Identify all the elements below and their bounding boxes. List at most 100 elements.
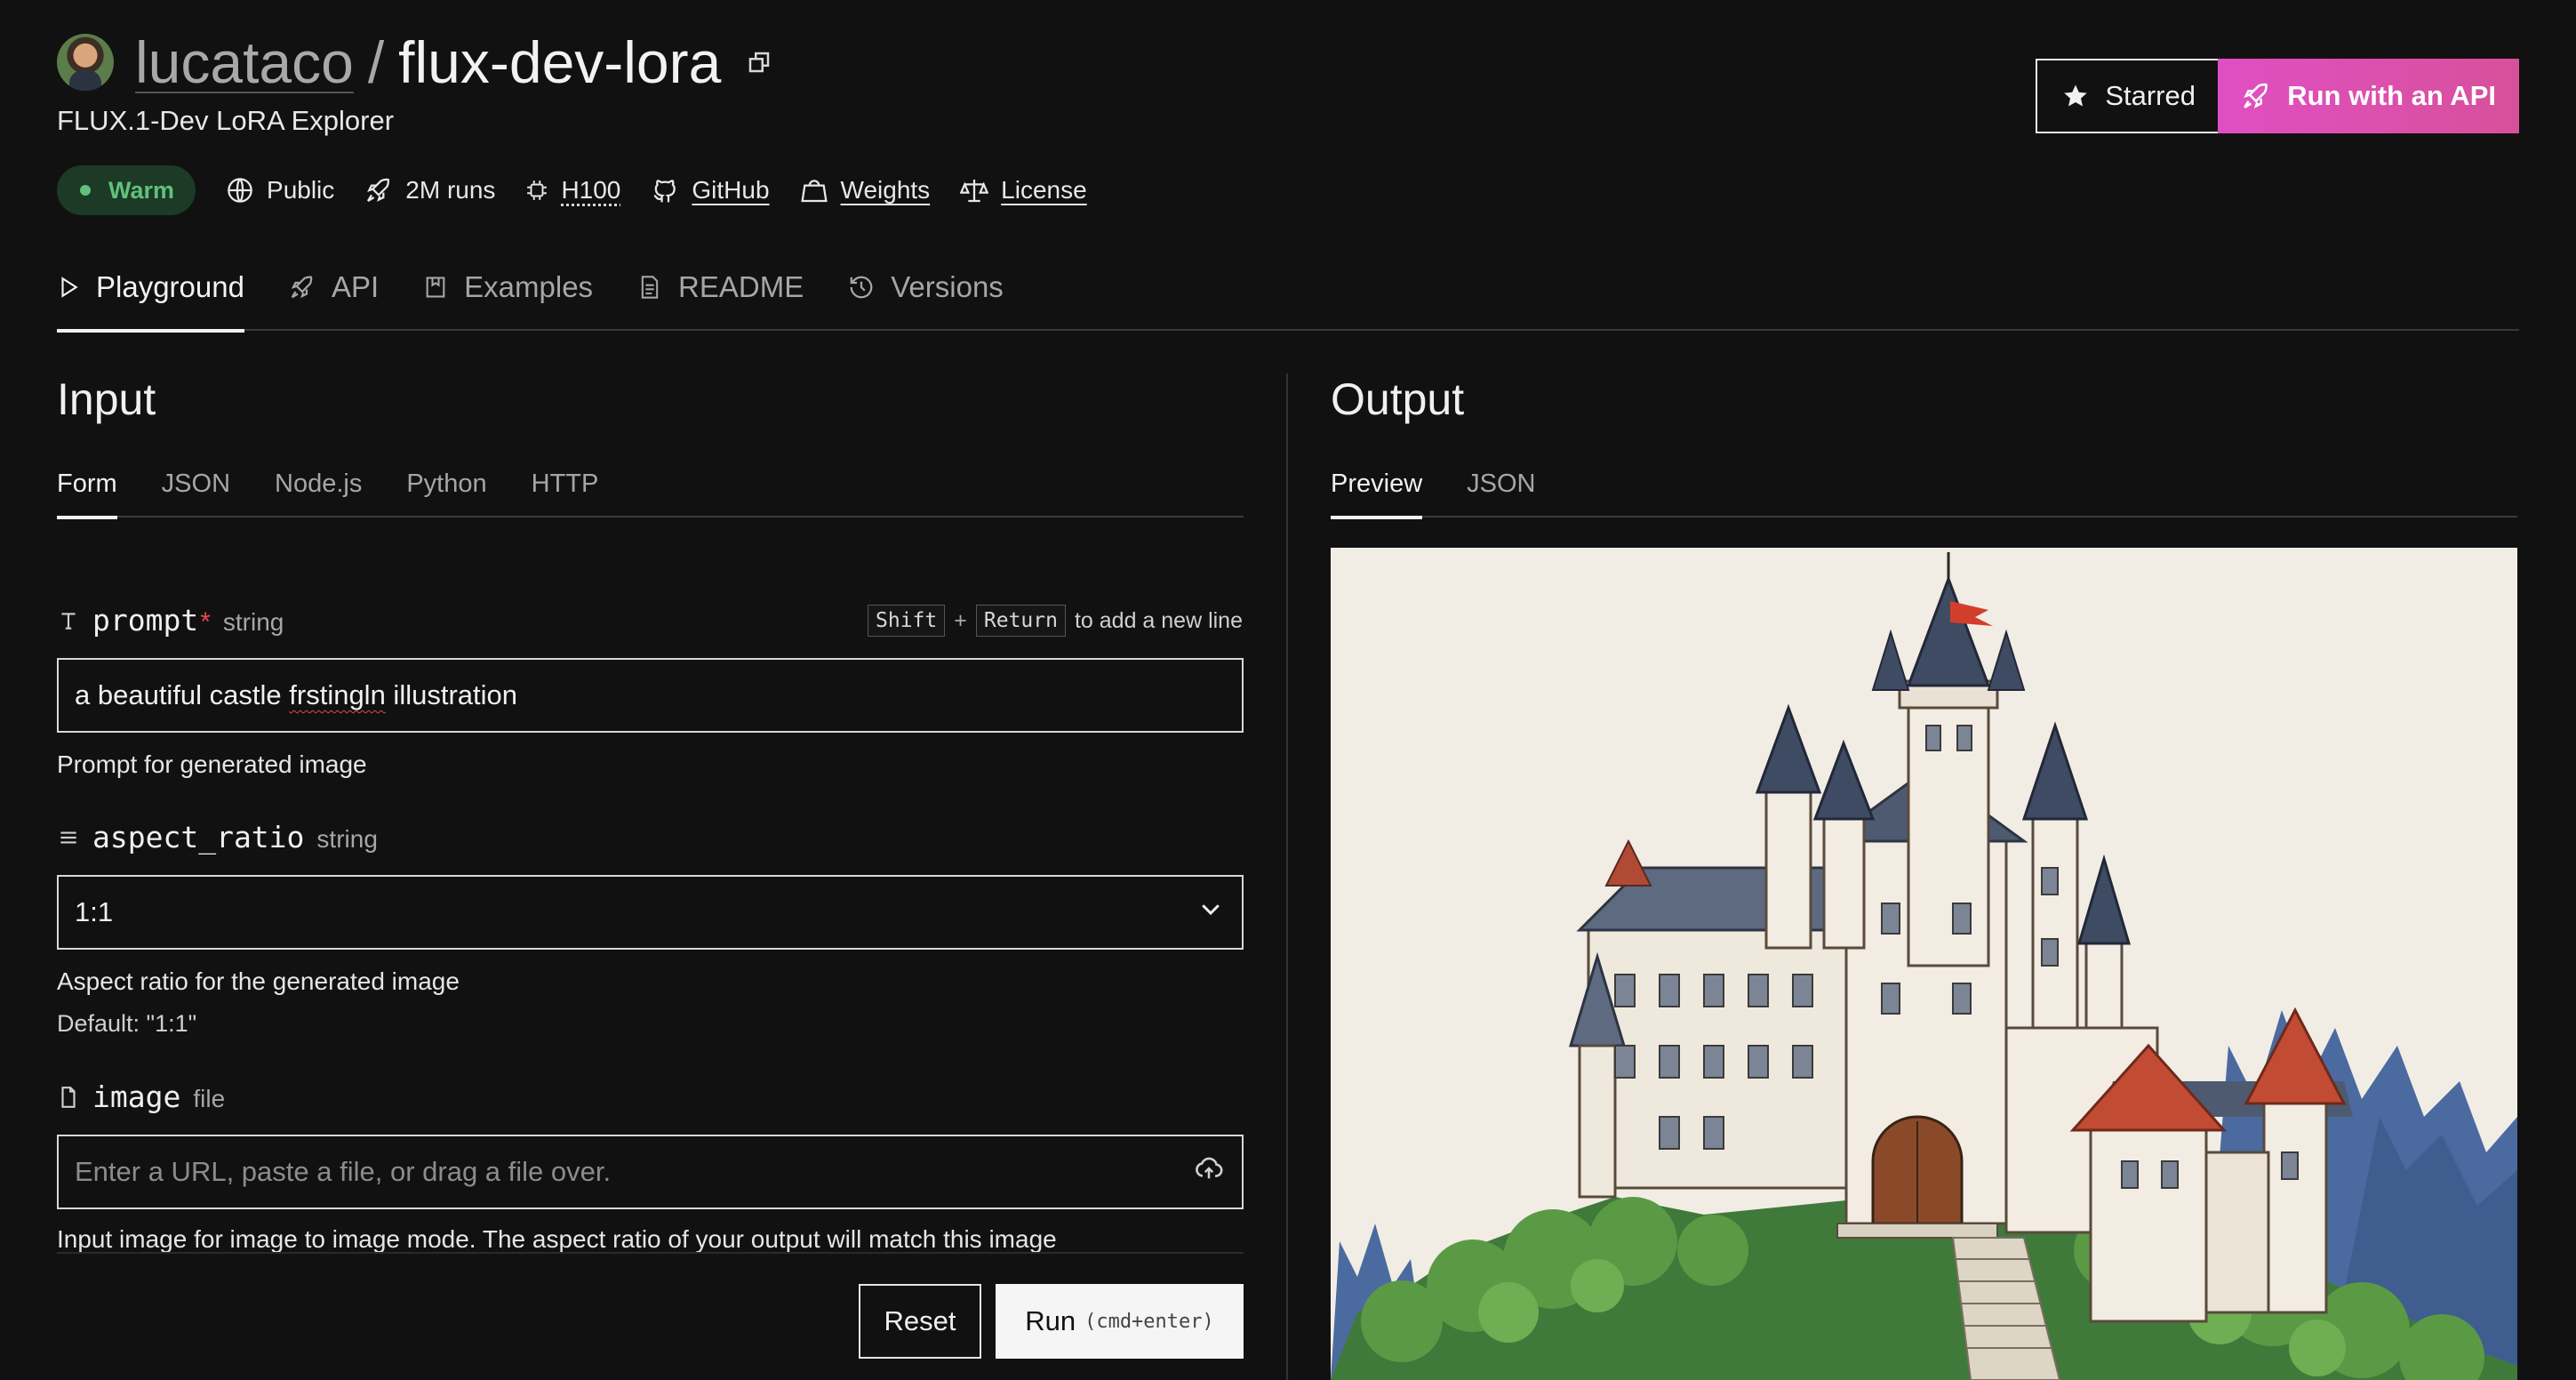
input-subtabs: Form JSON Node.js Python HTTP bbox=[57, 462, 1244, 519]
prompt-label: prompt * string bbox=[57, 603, 284, 638]
history-icon bbox=[850, 276, 873, 299]
subtab-preview[interactable]: Preview bbox=[1331, 462, 1423, 519]
runs-info: 2M runs bbox=[364, 176, 495, 205]
status-dot bbox=[80, 185, 91, 196]
avatar[interactable] bbox=[57, 34, 114, 91]
hardware-info[interactable]: H100 bbox=[525, 176, 620, 205]
image-label: image file bbox=[57, 1079, 225, 1114]
tab-playground-label: Playground bbox=[96, 270, 244, 303]
license-link[interactable]: License bbox=[960, 176, 1087, 205]
starred-label: Starred bbox=[2105, 80, 2196, 111]
run-button[interactable]: Run (cmd+enter) bbox=[996, 1284, 1244, 1359]
output-subtabs: Preview JSON bbox=[1331, 462, 2517, 519]
rocket-icon bbox=[2244, 83, 2268, 108]
subtab-http[interactable]: HTTP bbox=[532, 462, 599, 518]
prompt-value-end: illustration bbox=[385, 679, 517, 710]
status-label: Warm bbox=[108, 176, 175, 204]
aspect-ratio-field-type: string bbox=[316, 825, 378, 853]
aspect-ratio-select[interactable]: 1:1 bbox=[57, 875, 1244, 950]
prompt-field-name: prompt bbox=[92, 603, 199, 638]
model-name: flux-dev-lora bbox=[398, 29, 722, 95]
prompt-value-flagged-word: frstingln bbox=[289, 679, 386, 710]
list-icon bbox=[60, 831, 76, 843]
input-title: Input bbox=[57, 374, 156, 424]
title-separator: / bbox=[367, 29, 385, 95]
starred-button[interactable]: Starred bbox=[2036, 59, 2222, 133]
shift-key: Shift bbox=[868, 605, 946, 637]
prompt-value-start: a beautiful castle bbox=[75, 679, 290, 710]
page: lucataco / flux-dev-lora FLUX.1-Dev LoRA… bbox=[0, 0, 2576, 1380]
github-icon bbox=[653, 180, 676, 203]
rocket-icon bbox=[291, 276, 313, 299]
owner-link[interactable]: lucataco bbox=[135, 28, 354, 96]
tab-api[interactable]: API bbox=[289, 258, 379, 331]
document-icon bbox=[641, 276, 659, 299]
run-shortcut: (cmd+enter) bbox=[1084, 1310, 1214, 1333]
prompt-field-type: string bbox=[222, 608, 284, 636]
image-field-type: file bbox=[193, 1085, 226, 1112]
image-field-name: image bbox=[92, 1079, 181, 1114]
prompt-help: Prompt for generated image bbox=[57, 750, 367, 778]
weights-label[interactable]: Weights bbox=[841, 176, 931, 205]
visibility-label: Public bbox=[267, 176, 335, 204]
run-label: Run bbox=[1025, 1305, 1076, 1336]
api-label: Run with an API bbox=[2287, 80, 2496, 111]
text-type-icon bbox=[61, 612, 76, 630]
cloud-upload-icon[interactable] bbox=[1194, 1153, 1224, 1191]
image-input[interactable]: Enter a URL, paste a file, or drag a fil… bbox=[57, 1135, 1244, 1209]
aspect-ratio-value: 1:1 bbox=[75, 896, 114, 927]
image-placeholder: Enter a URL, paste a file, or drag a fil… bbox=[75, 1156, 612, 1187]
tab-api-label: API bbox=[331, 270, 380, 303]
play-icon bbox=[61, 277, 78, 298]
globe-icon bbox=[228, 178, 252, 203]
tab-examples-label: Examples bbox=[464, 270, 594, 303]
chevron-down-icon[interactable] bbox=[1197, 895, 1224, 929]
image-help: Input image for image to image mode. The… bbox=[57, 1225, 1057, 1253]
aspect-ratio-help: Aspect ratio for the generated image bbox=[57, 967, 460, 995]
github-link[interactable]: GitHub bbox=[651, 176, 770, 205]
aspect-ratio-label: aspect_ratio string bbox=[57, 820, 378, 854]
subtab-form[interactable]: Form bbox=[57, 462, 117, 519]
chip-icon bbox=[527, 181, 548, 200]
tab-versions[interactable]: Versions bbox=[848, 258, 1004, 331]
subtab-python[interactable]: Python bbox=[406, 462, 486, 518]
file-icon bbox=[61, 1086, 76, 1108]
output-image[interactable] bbox=[1331, 548, 2517, 1380]
aspect-ratio-field-name: aspect_ratio bbox=[92, 820, 305, 854]
bookmark-icon bbox=[426, 277, 445, 298]
run-with-api-button[interactable]: Run with an API bbox=[2218, 59, 2519, 133]
hint-text: to add a new line bbox=[1074, 607, 1243, 633]
rocket-icon bbox=[367, 178, 390, 202]
tab-versions-label: Versions bbox=[891, 270, 1004, 303]
copy-icon[interactable] bbox=[746, 49, 772, 76]
status-badge: Warm bbox=[57, 165, 196, 215]
tab-readme[interactable]: README bbox=[637, 258, 804, 331]
tab-examples[interactable]: Examples bbox=[423, 258, 593, 331]
subtab-json[interactable]: JSON bbox=[162, 462, 230, 518]
visibility-info: Public bbox=[226, 176, 334, 205]
newline-hint: Shift + Return to add a new line bbox=[868, 605, 1243, 637]
return-key: Return bbox=[975, 605, 1066, 637]
aspect-ratio-default: Default: "1:1" bbox=[57, 1010, 197, 1037]
tab-readme-label: README bbox=[678, 270, 804, 303]
panel-divider bbox=[1286, 373, 1288, 1380]
castle-illustration bbox=[1331, 552, 2517, 1380]
hardware-label[interactable]: H100 bbox=[561, 176, 620, 205]
runs-label: 2M runs bbox=[405, 176, 496, 204]
tab-playground[interactable]: Playground bbox=[57, 258, 244, 333]
model-tabs: Playground API Examples README Versions bbox=[57, 258, 2519, 333]
meta-row: Warm Public 2M runs H100 GitHub Weights bbox=[57, 165, 2519, 215]
weights-link[interactable]: Weights bbox=[800, 176, 931, 205]
reset-button[interactable]: Reset bbox=[859, 1284, 981, 1359]
scale-icon bbox=[960, 180, 989, 203]
prompt-input[interactable]: a beautiful castle frstingln illustratio… bbox=[57, 658, 1244, 733]
required-marker: * bbox=[200, 607, 211, 637]
github-label[interactable]: GitHub bbox=[692, 176, 769, 205]
subtab-nodejs[interactable]: Node.js bbox=[275, 462, 362, 518]
subtab-output-json[interactable]: JSON bbox=[1467, 462, 1535, 518]
license-label[interactable]: License bbox=[1001, 176, 1087, 205]
output-title: Output bbox=[1331, 374, 1465, 424]
hint-plus: + bbox=[954, 607, 967, 633]
star-icon bbox=[2064, 84, 2088, 107]
form-footer-divider bbox=[57, 1252, 1244, 1254]
